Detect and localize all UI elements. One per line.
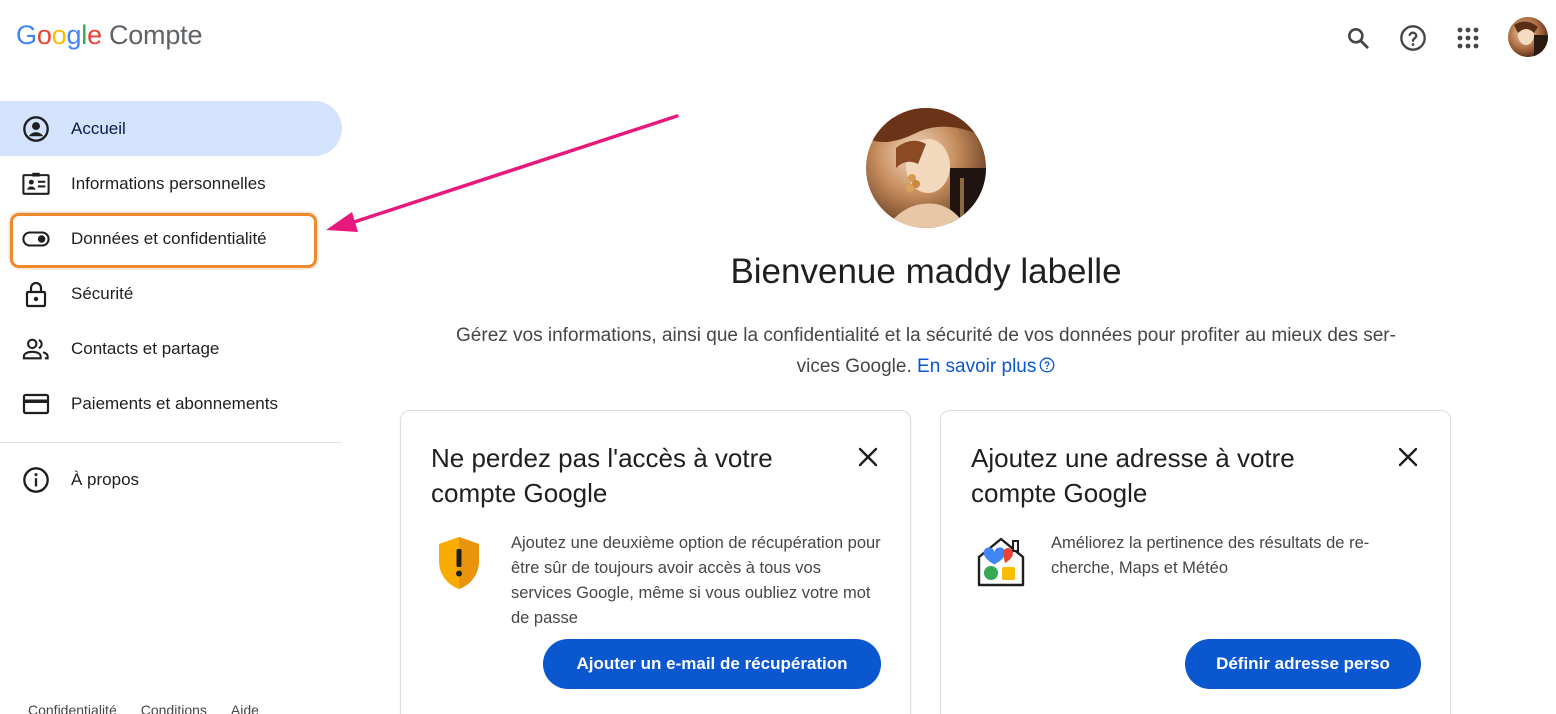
account-avatar[interactable] <box>1508 17 1548 57</box>
help-icon[interactable] <box>1397 22 1429 54</box>
profile-picture[interactable] <box>866 108 986 228</box>
card-description: Ajoutez une deuxième option de récupérat… <box>511 534 881 627</box>
sidebar-item-label: À propos <box>71 469 140 489</box>
intro-line-2: vices Google. <box>796 356 912 377</box>
sidebar-item-paiements-abonnements[interactable]: Paiements et abonnements <box>0 376 342 431</box>
people-icon <box>22 335 50 363</box>
learn-more-link[interactable]: En savoir plus <box>917 356 1036 377</box>
help-small-icon[interactable] <box>1039 357 1055 373</box>
home-address-icon <box>975 535 1027 591</box>
logo-letter: o <box>51 20 67 50</box>
id-card-icon <box>22 170 50 198</box>
sidebar-about-section: À propos <box>0 452 342 507</box>
sidebar-item-label: Accueil <box>71 118 126 138</box>
sidebar-item-label: Paiements et abonnements <box>71 393 278 413</box>
sidebar-item-a-propos[interactable]: À propos <box>0 452 342 507</box>
recovery-card: Ne perdez pas l'accès à votre compte Goo… <box>400 410 911 714</box>
sidebar-divider <box>0 442 342 443</box>
card-title: Ne perdez pas l'accès à votre compte Goo… <box>431 443 773 508</box>
product-name: Compte <box>108 20 203 50</box>
google-account-logo[interactable]: Google Compte <box>16 20 202 56</box>
sidebar-item-label: Données et confidentialité <box>71 228 267 248</box>
card-title: Ajoutez une adresse à votre compte Googl… <box>971 443 1295 508</box>
toggle-icon <box>22 225 50 253</box>
add-recovery-email-button[interactable]: Ajouter un e-mail de récupération <box>543 639 881 689</box>
card-description: Améliorez la pertinence des résultats de… <box>1051 534 1370 577</box>
sidebar-item-label: Contacts et partage <box>71 338 220 358</box>
logo-letter: G <box>16 20 37 50</box>
welcome-heading: Bienvenue maddy labelle <box>730 252 1122 291</box>
close-icon[interactable] <box>1396 445 1420 469</box>
account-circle-icon <box>22 115 50 143</box>
sidebar-item-securite[interactable]: Sécurité <box>0 266 342 321</box>
info-icon <box>22 466 50 494</box>
sidebar-item-contacts-partage[interactable]: Contacts et partage <box>0 321 342 376</box>
sidebar-item-accueil[interactable]: Accueil <box>0 101 342 156</box>
footer-link-conditions[interactable]: Conditions <box>141 702 207 714</box>
search-icon[interactable] <box>1342 22 1374 54</box>
sidebar-item-donnees-confidentialite[interactable]: Données et confidentialité <box>0 211 342 266</box>
apps-icon[interactable] <box>1452 22 1484 54</box>
sidebar-item-informations-personnelles[interactable]: Informations personnelles <box>0 156 342 211</box>
sidebar-item-label: Sécurité <box>71 283 134 303</box>
footer-links: Confidentialité Conditions Aide <box>28 702 259 714</box>
logo-letter: e <box>87 20 102 50</box>
lock-icon <box>22 280 50 308</box>
footer-link-aide[interactable]: Aide <box>231 702 259 714</box>
footer-link-confidentialite[interactable]: Confidentialité <box>28 702 117 714</box>
logo-letter: g <box>66 20 82 50</box>
set-home-address-button[interactable]: Définir adresse perso <box>1185 639 1421 689</box>
logo-letter: o <box>36 20 52 50</box>
shield-warning-icon <box>435 535 487 591</box>
sidebar-nav: Accueil Informations personnelles Donnée… <box>0 101 342 431</box>
address-card: Ajoutez une adresse à votre compte Googl… <box>940 410 1451 714</box>
close-icon[interactable] <box>856 445 880 469</box>
intro-text: Gérez vos informations, ainsi que la con… <box>410 320 1442 382</box>
intro-line-1: Gérez vos informations, ainsi que la con… <box>456 325 1396 346</box>
sidebar-item-label: Informations personnelles <box>71 173 266 193</box>
credit-card-icon <box>22 390 50 418</box>
